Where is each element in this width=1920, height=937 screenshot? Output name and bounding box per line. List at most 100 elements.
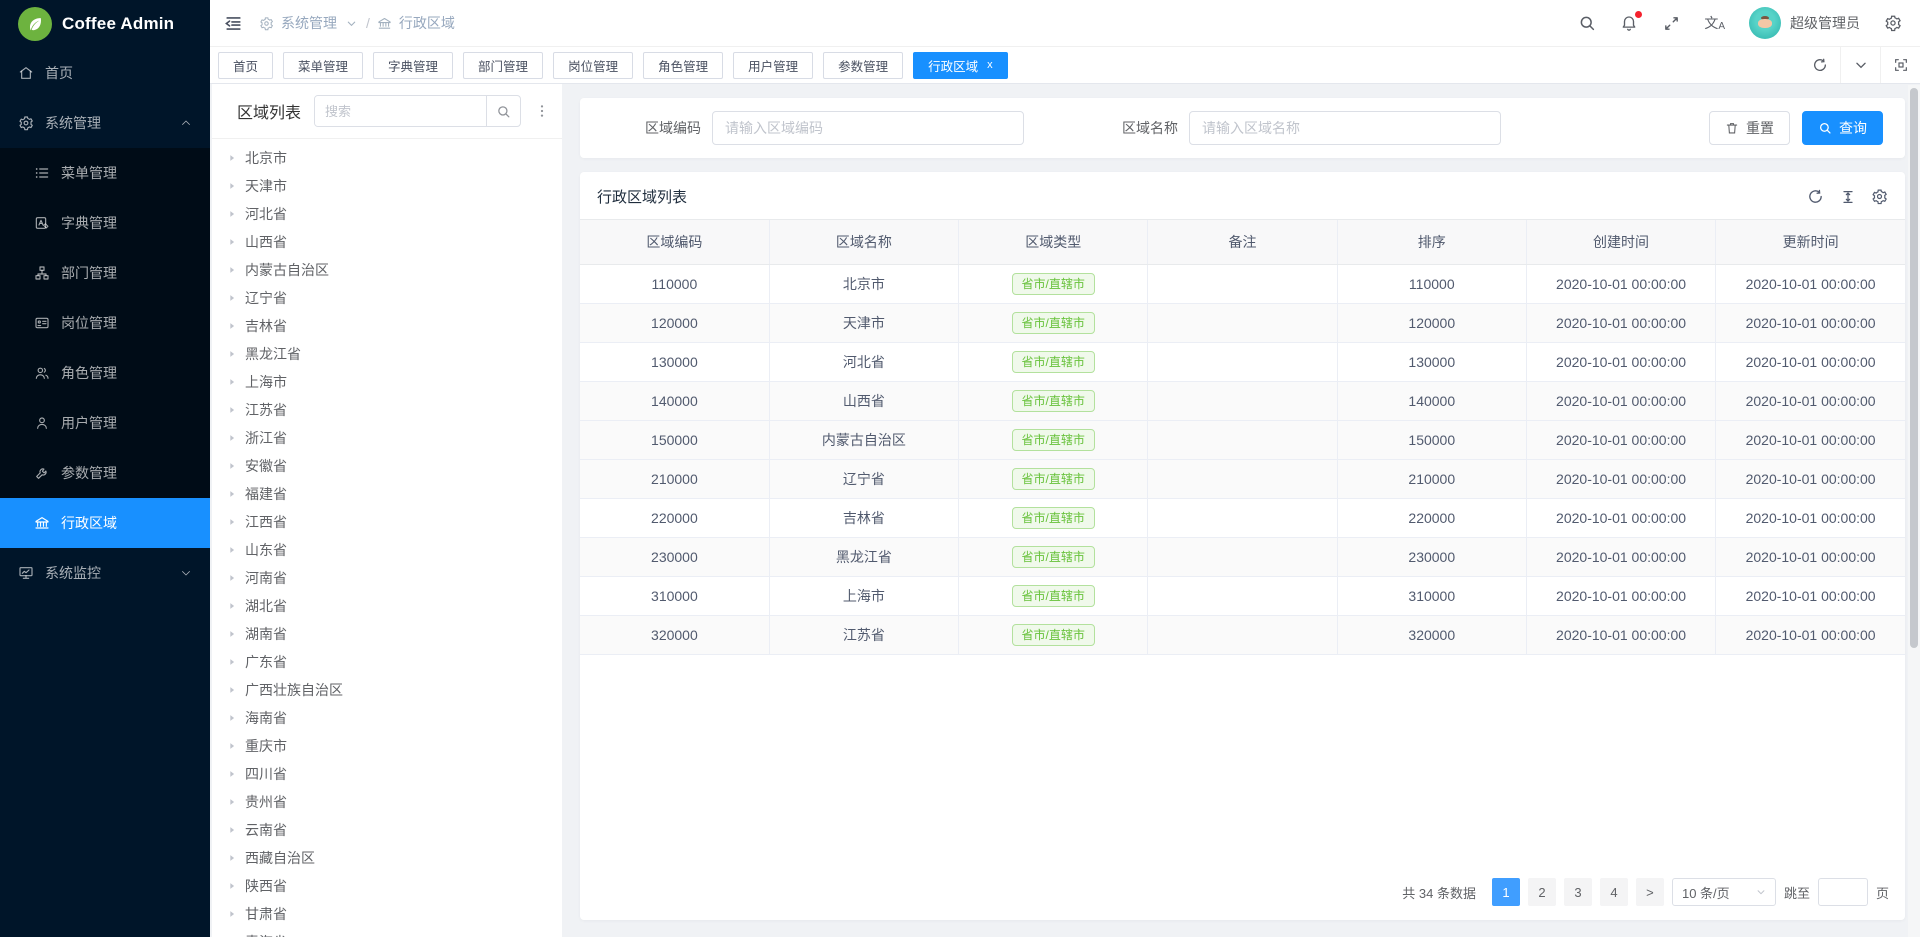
table-row-220000[interactable]: 220000吉林省省市/直辖市2200002020-10-01 00:00:00… — [580, 499, 1905, 538]
page-button-2[interactable]: 2 — [1528, 878, 1556, 906]
tree-item-广西壮族自治区[interactable]: 广西壮族自治区 — [221, 676, 562, 704]
caret-right-icon[interactable] — [227, 181, 237, 191]
tree-item-湖北省[interactable]: 湖北省 — [221, 592, 562, 620]
tree-item-海南省[interactable]: 海南省 — [221, 704, 562, 732]
tree-item-上海市[interactable]: 上海市 — [221, 368, 562, 396]
breadcrumb-section[interactable]: 系统管理 — [281, 13, 337, 33]
caret-right-icon[interactable] — [227, 321, 237, 331]
tab-角色管理[interactable]: 角色管理 — [643, 52, 723, 79]
tab-首页[interactable]: 首页 — [218, 52, 273, 79]
tree-item-广东省[interactable]: 广东省 — [221, 648, 562, 676]
table-row-230000[interactable]: 230000黑龙江省省市/直辖市2300002020-10-01 00:00:0… — [580, 538, 1905, 577]
tree-item-河南省[interactable]: 河南省 — [221, 564, 562, 592]
tree-item-陕西省[interactable]: 陕西省 — [221, 872, 562, 900]
breadcrumb-page[interactable]: 行政区域 — [399, 13, 455, 33]
page-size-select[interactable]: 10 条/页 — [1672, 878, 1776, 906]
tree-item-安徽省[interactable]: 安徽省 — [221, 452, 562, 480]
caret-right-icon[interactable] — [227, 797, 237, 807]
sidebar-item-行政区域[interactable]: 行政区域 — [0, 498, 210, 548]
caret-right-icon[interactable] — [227, 881, 237, 891]
sidebar-item-首页[interactable]: 首页 — [0, 48, 210, 98]
collapse-sidebar-icon[interactable] — [224, 14, 243, 33]
query-button[interactable]: 查询 — [1802, 111, 1883, 145]
tab-菜单管理[interactable]: 菜单管理 — [283, 52, 363, 79]
table-row-120000[interactable]: 120000天津市省市/直辖市1200002020-10-01 00:00:00… — [580, 304, 1905, 343]
tree-item-吉林省[interactable]: 吉林省 — [221, 312, 562, 340]
tree-item-青海省[interactable]: 青海省 — [221, 928, 562, 937]
brand-logo[interactable]: Coffee Admin — [0, 0, 210, 48]
jump-page-input[interactable] — [1818, 878, 1868, 906]
scrollbar-thumb[interactable] — [1910, 88, 1918, 648]
tree-item-四川省[interactable]: 四川省 — [221, 760, 562, 788]
tab-参数管理[interactable]: 参数管理 — [823, 52, 903, 79]
tab-字典管理[interactable]: 字典管理 — [373, 52, 453, 79]
tree-item-江西省[interactable]: 江西省 — [221, 508, 562, 536]
caret-right-icon[interactable] — [227, 853, 237, 863]
caret-right-icon[interactable] — [227, 573, 237, 583]
tree-item-江苏省[interactable]: 江苏省 — [221, 396, 562, 424]
caret-right-icon[interactable] — [227, 153, 237, 163]
page-button-4[interactable]: 4 — [1600, 878, 1628, 906]
next-page-button[interactable]: > — [1636, 878, 1664, 906]
caret-right-icon[interactable] — [227, 433, 237, 443]
refresh-tab-icon[interactable] — [1800, 47, 1840, 83]
tree-item-山东省[interactable]: 山东省 — [221, 536, 562, 564]
table-row-140000[interactable]: 140000山西省省市/直辖市1400002020-10-01 00:00:00… — [580, 382, 1905, 421]
tree-item-北京市[interactable]: 北京市 — [221, 144, 562, 172]
tree-item-湖南省[interactable]: 湖南省 — [221, 620, 562, 648]
tree-item-贵州省[interactable]: 贵州省 — [221, 788, 562, 816]
tree-item-河北省[interactable]: 河北省 — [221, 200, 562, 228]
more-vertical-icon[interactable] — [534, 103, 550, 119]
table-row-310000[interactable]: 310000上海市省市/直辖市3100002020-10-01 00:00:00… — [580, 577, 1905, 616]
tree-item-浙江省[interactable]: 浙江省 — [221, 424, 562, 452]
tab-用户管理[interactable]: 用户管理 — [733, 52, 813, 79]
caret-right-icon[interactable] — [227, 629, 237, 639]
table-row-320000[interactable]: 320000江苏省省市/直辖市3200002020-10-01 00:00:00… — [580, 616, 1905, 655]
caret-right-icon[interactable] — [227, 293, 237, 303]
caret-right-icon[interactable] — [227, 601, 237, 611]
table-row-150000[interactable]: 150000内蒙古自治区省市/直辖市1500002020-10-01 00:00… — [580, 421, 1905, 460]
caret-right-icon[interactable] — [227, 405, 237, 415]
tree-item-西藏自治区[interactable]: 西藏自治区 — [221, 844, 562, 872]
reset-button[interactable]: 重置 — [1709, 111, 1790, 145]
search-icon[interactable] — [1578, 14, 1596, 32]
tab-部门管理[interactable]: 部门管理 — [463, 52, 543, 79]
caret-right-icon[interactable] — [227, 517, 237, 527]
tab-actions-chevron-icon[interactable] — [1840, 47, 1880, 83]
caret-right-icon[interactable] — [227, 657, 237, 667]
tree-item-甘肃省[interactable]: 甘肃省 — [221, 900, 562, 928]
caret-right-icon[interactable] — [227, 741, 237, 751]
refresh-icon[interactable] — [1807, 188, 1824, 205]
settings-gear-icon[interactable] — [1884, 14, 1902, 32]
page-scrollbar[interactable] — [1908, 85, 1920, 937]
caret-right-icon[interactable] — [227, 489, 237, 499]
tree-search-button[interactable] — [486, 96, 520, 126]
caret-right-icon[interactable] — [227, 909, 237, 919]
sidebar-item-系统管理[interactable]: 系统管理 — [0, 98, 210, 148]
sidebar-item-角色管理[interactable]: 角色管理 — [0, 348, 210, 398]
tree-item-云南省[interactable]: 云南省 — [221, 816, 562, 844]
tree-search-input[interactable] — [315, 96, 486, 126]
close-tab-icon[interactable]: x — [987, 60, 993, 71]
sidebar-item-参数管理[interactable]: 参数管理 — [0, 448, 210, 498]
caret-right-icon[interactable] — [227, 209, 237, 219]
caret-right-icon[interactable] — [227, 265, 237, 275]
tree-item-黑龙江省[interactable]: 黑龙江省 — [221, 340, 562, 368]
column-settings-gear-icon[interactable] — [1871, 188, 1888, 205]
caret-right-icon[interactable] — [227, 825, 237, 835]
sidebar-item-用户管理[interactable]: 用户管理 — [0, 398, 210, 448]
sidebar-item-部门管理[interactable]: 部门管理 — [0, 248, 210, 298]
caret-right-icon[interactable] — [227, 545, 237, 555]
tree-item-重庆市[interactable]: 重庆市 — [221, 732, 562, 760]
translate-icon[interactable]: 文A — [1704, 14, 1725, 32]
tab-行政区域[interactable]: 行政区域x — [913, 52, 1008, 79]
page-button-1[interactable]: 1 — [1492, 878, 1520, 906]
row-height-icon[interactable] — [1839, 188, 1856, 205]
sidebar-item-岗位管理[interactable]: 岗位管理 — [0, 298, 210, 348]
caret-right-icon[interactable] — [227, 377, 237, 387]
tree-item-天津市[interactable]: 天津市 — [221, 172, 562, 200]
region-name-input[interactable] — [1189, 111, 1501, 145]
notification-bell-icon[interactable] — [1620, 14, 1638, 32]
chevron-down-icon[interactable] — [344, 16, 359, 31]
caret-right-icon[interactable] — [227, 237, 237, 247]
